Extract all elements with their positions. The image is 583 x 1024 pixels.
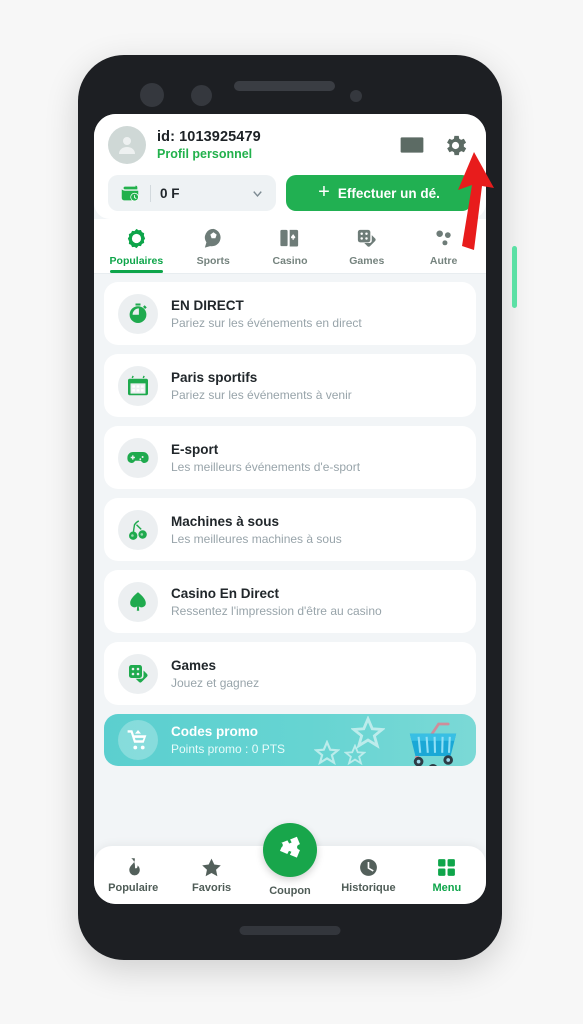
list-item-text: Machines à sous Les meilleures machines … [171, 514, 342, 546]
list-item-machines-a-sous[interactable]: Machines à sous Les meilleures machines … [104, 498, 476, 561]
balance-selector[interactable]: 0 F [108, 175, 276, 211]
nav-item-favoris[interactable]: Favoris [172, 857, 250, 894]
nav-label: Menu [432, 881, 462, 894]
grid-icon [438, 858, 456, 876]
account-id: id: 1013925479 [157, 129, 261, 145]
list-item-text: Paris sportifs Pariez sur les événements… [171, 370, 352, 402]
tab-label: Autre [429, 255, 458, 267]
flame-icon [129, 857, 140, 875]
app-screen: id: 1013925479 Profil personnel 0 F + Ef… [94, 114, 486, 904]
ticket-icon [279, 836, 300, 858]
cherries-icon [118, 509, 158, 550]
list-item-subtitle: Pariez sur les événements en direct [171, 315, 362, 330]
promo-title: Codes promo [171, 724, 259, 739]
profile-info: id: 1013925479 Profil personnel [157, 129, 388, 161]
profile-type-label: Profil personnel [157, 147, 253, 161]
list-item-text: Games Jouez et gagnez [171, 658, 259, 690]
profile-row[interactable]: id: 1013925479 Profil personnel [108, 126, 472, 164]
tab-label: Sports [196, 255, 230, 267]
category-list: EN DIRECT Pariez sur les événements en d… [94, 274, 486, 846]
list-item-e-sport[interactable]: E-sport Les meilleurs événements d'e-spo… [104, 426, 476, 489]
list-item-paris-sportifs[interactable]: Paris sportifs Pariez sur les événements… [104, 354, 476, 417]
camera-sensor-icon [191, 85, 212, 106]
list-item-subtitle: Jouez et gagnez [171, 675, 260, 690]
dice-icon [118, 653, 158, 694]
wallet-icon [121, 185, 139, 202]
tab-sports[interactable]: Sports [175, 226, 252, 273]
list-item-title: Paris sportifs [171, 369, 258, 385]
tab-label: Games [349, 255, 385, 267]
tab-label: Populaires [109, 255, 164, 267]
balance-value: 0 F [160, 185, 180, 201]
list-item-title: EN DIRECT [171, 297, 244, 313]
envelope-icon[interactable] [399, 132, 425, 158]
bottom-navigation: Populaire Favoris Coupon Historique Menu [94, 823, 486, 904]
tab-label: Casino [272, 255, 308, 267]
list-item-text: EN DIRECT Pariez sur les événements en d… [171, 298, 362, 330]
account-header: id: 1013925479 Profil personnel 0 F + Ef… [94, 114, 486, 219]
category-tabs: Populaires Sports Casino Games Autre [94, 219, 486, 274]
list-item-text: E-sport Les meilleurs événements d'e-spo… [171, 442, 360, 474]
red-annotation-arrow [458, 152, 494, 250]
stopwatch-icon [118, 293, 158, 334]
scrollbar-indicator[interactable] [512, 246, 517, 308]
list-item-en-direct[interactable]: EN DIRECT Pariez sur les événements en d… [104, 282, 476, 345]
star-decoration-icon [314, 740, 340, 766]
home-indicator [239, 926, 341, 935]
tab-games[interactable]: Games [328, 226, 405, 273]
list-item-title: E-sport [171, 441, 219, 457]
list-item-casino-en-direct[interactable]: Casino En Direct Ressentez l'impression … [104, 570, 476, 633]
tab-populaires[interactable]: Populaires [98, 226, 175, 273]
nav-label: Historique [341, 881, 396, 894]
list-item-title: Casino En Direct [171, 585, 280, 601]
star-icon [202, 858, 221, 876]
gear-flower-icon [125, 226, 148, 251]
promo-text: Codes promo Points promo : 0 PTS [171, 724, 285, 756]
gamepad-icon [118, 437, 158, 478]
list-item-title: Machines à sous [171, 513, 280, 529]
list-item-subtitle: Ressentez l'impression d'être au casino [171, 603, 382, 618]
list-item-title: Games [171, 657, 217, 673]
list-item-subtitle: Les meilleurs événements d'e-sport [171, 459, 361, 474]
nav-label-coupon: Coupon [269, 885, 311, 897]
camera-lens-icon [140, 83, 164, 107]
list-item-text: Casino En Direct Ressentez l'impression … [171, 586, 382, 618]
tab-casino[interactable]: Casino [252, 226, 329, 273]
list-item-subtitle: Les meilleures machines à sous [171, 531, 342, 546]
nav-item-historique[interactable]: Historique [329, 857, 407, 894]
balance-row: 0 F + Effectuer un dé. [108, 175, 472, 211]
dice-icon [355, 226, 378, 251]
divider [150, 184, 151, 202]
playing-cards-icon [278, 226, 301, 251]
deposit-label: Effectuer un dé. [337, 185, 440, 201]
chevron-down-icon[interactable] [250, 186, 265, 201]
spade-icon [118, 581, 158, 622]
promo-banner[interactable]: Codes promo Points promo : 0 PTS [104, 714, 476, 766]
star-decoration-icon [344, 744, 366, 766]
coupon-fab-button[interactable]: Coupon [263, 823, 317, 877]
list-item-games[interactable]: Games Jouez et gagnez [104, 642, 476, 705]
clock-icon [360, 858, 377, 876]
calendar-icon [118, 365, 158, 406]
plus-icon: + [318, 181, 330, 203]
shopping-basket-illustration [409, 722, 457, 766]
soccer-ball-icon [202, 226, 225, 251]
screenshot-stage: id: 1013925479 Profil personnel 0 F + Ef… [0, 0, 583, 1024]
nav-item-populaire[interactable]: Populaire [94, 857, 172, 894]
avatar[interactable] [108, 126, 146, 164]
front-camera-icon [350, 90, 362, 102]
nav-item-menu[interactable]: Menu [408, 857, 486, 894]
shopping-cart-icon [118, 720, 158, 760]
earpiece-speaker [234, 81, 335, 91]
list-item-subtitle: Pariez sur les événements à venir [171, 387, 352, 402]
nav-label: Populaire [108, 881, 159, 894]
promo-subtitle: Points promo : 0 PTS [171, 742, 286, 756]
nav-label: Favoris [192, 881, 232, 894]
